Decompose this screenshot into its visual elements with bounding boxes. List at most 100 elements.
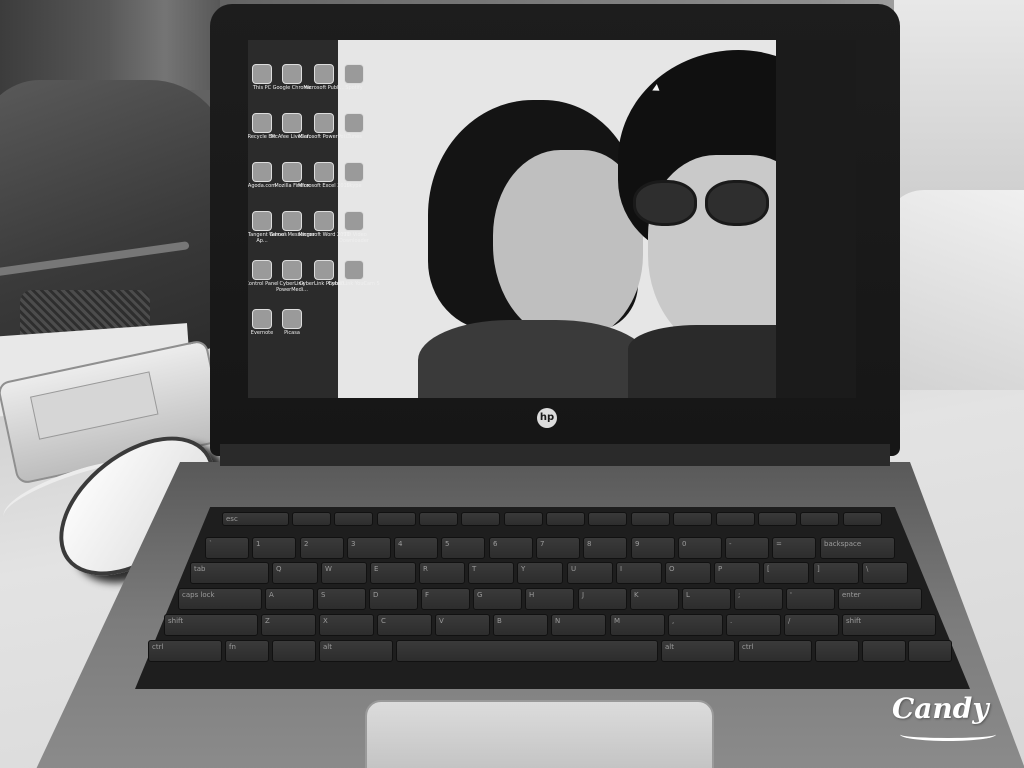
key[interactable]: 0 [678, 537, 722, 559]
key[interactable] [461, 512, 500, 526]
trackpad[interactable] [365, 700, 714, 768]
key[interactable]: O [665, 562, 711, 584]
key[interactable]: 6 [489, 537, 533, 559]
picasa-icon [282, 309, 302, 329]
key-label [674, 513, 711, 517]
key[interactable]: esc [222, 512, 289, 526]
key[interactable]: N [551, 614, 606, 636]
key-label: 4 [398, 540, 403, 548]
key-label: Z [265, 617, 270, 625]
key[interactable]: J [578, 588, 627, 610]
key[interactable] [800, 512, 839, 526]
desktop-icon-download[interactable]: YTD Video Downloader [326, 211, 382, 244]
key[interactable]: V [435, 614, 490, 636]
key[interactable]: M [610, 614, 665, 636]
key[interactable]: H [525, 588, 574, 610]
key[interactable] [843, 512, 882, 526]
key[interactable]: S [317, 588, 366, 610]
key[interactable]: ` [205, 537, 249, 559]
desktop-icon-spotify[interactable]: Spotify [326, 64, 382, 91]
key[interactable]: [ [763, 562, 809, 584]
key[interactable]: B [493, 614, 548, 636]
key-label [462, 513, 499, 517]
key[interactable]: - [725, 537, 769, 559]
key-label: Q [276, 565, 282, 573]
key[interactable]: G [473, 588, 522, 610]
desktop-icon-picasa[interactable]: Picasa [264, 309, 320, 336]
key[interactable]: C [377, 614, 432, 636]
key[interactable]: X [319, 614, 374, 636]
key[interactable]: 5 [441, 537, 485, 559]
key-label [863, 641, 905, 645]
key-label: backspace [824, 540, 862, 548]
key[interactable]: shift [164, 614, 258, 636]
key[interactable] [377, 512, 416, 526]
key[interactable]: E [370, 562, 416, 584]
key[interactable]: fn [225, 640, 269, 662]
key[interactable]: A [265, 588, 314, 610]
key[interactable]: F [421, 588, 470, 610]
key[interactable] [272, 640, 316, 662]
key[interactable]: 3 [347, 537, 391, 559]
key[interactable]: ; [734, 588, 783, 610]
key[interactable]: Z [261, 614, 316, 636]
key[interactable]: P [714, 562, 760, 584]
key[interactable] [716, 512, 755, 526]
key[interactable]: U [567, 562, 613, 584]
key[interactable]: Q [272, 562, 318, 584]
desktop-icon-label: Picasa [284, 330, 300, 336]
key[interactable]: ] [813, 562, 859, 584]
key[interactable]: ' [786, 588, 835, 610]
key[interactable] [504, 512, 543, 526]
key[interactable]: D [369, 588, 418, 610]
key[interactable] [292, 512, 331, 526]
key[interactable]: 4 [394, 537, 438, 559]
key-label: [ [767, 565, 770, 573]
key[interactable]: I [616, 562, 662, 584]
key[interactable]: ctrl [738, 640, 812, 662]
key[interactable] [673, 512, 712, 526]
key[interactable]: tab [190, 562, 269, 584]
desktop-icon-skype[interactable]: Skype [326, 162, 382, 189]
desktop-icon-music[interactable]: iTunes [326, 113, 382, 140]
key[interactable]: ctrl [148, 640, 222, 662]
key[interactable]: L [682, 588, 731, 610]
key[interactable] [419, 512, 458, 526]
desktop-icon-webcam[interactable]: CyberLink YouCam 5 [326, 260, 382, 287]
key[interactable] [815, 640, 859, 662]
key[interactable]: alt [319, 640, 393, 662]
key[interactable] [908, 640, 952, 662]
key-label [717, 513, 754, 517]
key-label: alt [665, 643, 674, 651]
key[interactable]: . [726, 614, 781, 636]
key[interactable]: backspace [820, 537, 895, 559]
key[interactable]: alt [661, 640, 735, 662]
key[interactable]: 1 [252, 537, 296, 559]
key[interactable] [334, 512, 373, 526]
key[interactable] [546, 512, 585, 526]
key[interactable] [862, 640, 906, 662]
key[interactable] [758, 512, 797, 526]
key[interactable]: Y [517, 562, 563, 584]
key[interactable]: / [784, 614, 839, 636]
key[interactable] [588, 512, 627, 526]
key[interactable]: K [630, 588, 679, 610]
key[interactable]: , [668, 614, 723, 636]
key[interactable]: enter [838, 588, 922, 610]
key[interactable]: caps lock [178, 588, 262, 610]
key[interactable] [631, 512, 670, 526]
key[interactable]: shift [842, 614, 936, 636]
key[interactable]: W [321, 562, 367, 584]
key[interactable]: T [468, 562, 514, 584]
key[interactable]: \ [862, 562, 908, 584]
key-label: ctrl [742, 643, 754, 651]
key[interactable]: 7 [536, 537, 580, 559]
key[interactable]: = [772, 537, 816, 559]
laptop-screen[interactable]: This PC Google Chrome Microsoft Publi... Sp… [248, 40, 776, 398]
key[interactable]: 2 [300, 537, 344, 559]
key[interactable] [396, 640, 658, 662]
key[interactable]: 8 [583, 537, 627, 559]
key[interactable]: R [419, 562, 465, 584]
key[interactable]: 9 [631, 537, 675, 559]
key-label: A [269, 591, 274, 599]
